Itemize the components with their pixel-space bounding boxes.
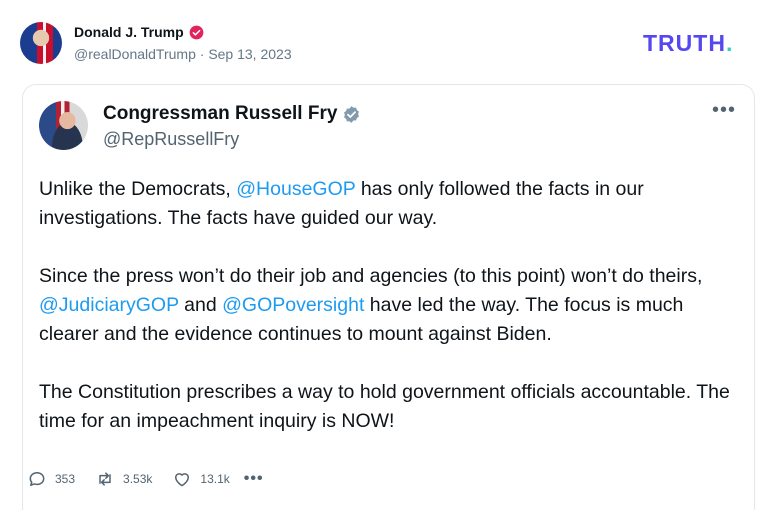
text-span: Unlike the Democrats,	[39, 178, 237, 200]
embedded-author-name[interactable]: Congressman Russell Fry	[103, 103, 337, 125]
post-paragraph-1: Unlike the Democrats, @HouseGOP has only…	[39, 175, 739, 233]
embedded-post-card[interactable]: Congressman Russell Fry @RepRussellFry •…	[22, 84, 755, 510]
author-handle[interactable]: @realDonaldTrump	[74, 46, 196, 62]
author-avatar[interactable]	[20, 22, 62, 64]
meta-separator: ·	[199, 46, 205, 62]
truth-logo-dot: .	[725, 30, 734, 56]
truth-logo-text: TRUTH	[643, 30, 726, 56]
retweet-count: 3.53k	[123, 472, 153, 486]
mention-link[interactable]: @JudiciaryGOP	[39, 294, 179, 316]
text-span: Since the press won’t do their job and a…	[39, 265, 703, 287]
like-count: 13.1k	[200, 472, 230, 486]
author-name[interactable]: Donald J. Trump	[74, 24, 184, 40]
truth-logo[interactable]: TRUTH.	[643, 30, 733, 57]
retweet-button[interactable]: 3.53k	[95, 469, 152, 489]
verified-badge-icon	[189, 25, 204, 39]
reply-button[interactable]: 353	[27, 469, 75, 489]
text-span: and	[178, 294, 223, 316]
more-actions-icon[interactable]: •••	[244, 470, 264, 488]
embedded-author-name-row[interactable]: Congressman Russell Fry	[103, 103, 361, 125]
post-date[interactable]: Sep 13, 2023	[208, 46, 291, 62]
like-button[interactable]: 13.1k	[172, 469, 230, 489]
like-icon	[175, 473, 190, 487]
retweet-icon	[99, 472, 111, 486]
post-paragraph-2: Since the press won’t do their job and a…	[39, 262, 739, 349]
mention-link[interactable]: @GOPoversight	[222, 294, 364, 316]
embedded-author-avatar[interactable]	[39, 101, 88, 150]
reply-icon	[29, 472, 45, 486]
verified-badge-icon	[344, 105, 360, 123]
mention-link[interactable]: @HouseGOP	[236, 178, 355, 200]
post-meta: @realDonaldTrump · Sep 13, 2023	[74, 46, 292, 62]
reply-count: 353	[55, 472, 76, 486]
action-bar: 353 3.53k 13.1k •••	[27, 469, 264, 489]
post-paragraph-3: The Constitution prescribes a way to hol…	[39, 381, 730, 432]
more-icon[interactable]: •••	[712, 99, 736, 122]
author-name-row[interactable]: Donald J. Trump	[74, 24, 204, 40]
embedded-author-handle[interactable]: @RepRussellFry	[103, 129, 239, 150]
post-body: Unlike the Democrats, @HouseGOP has only…	[39, 175, 739, 465]
